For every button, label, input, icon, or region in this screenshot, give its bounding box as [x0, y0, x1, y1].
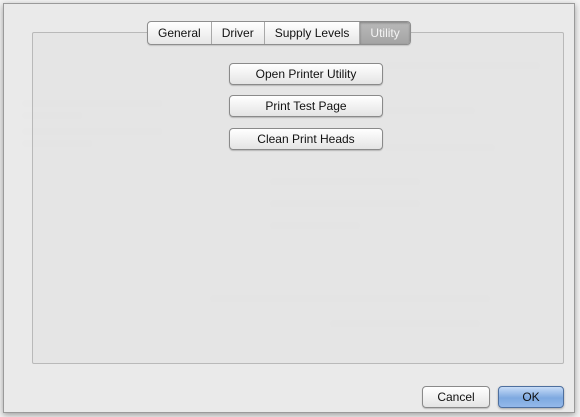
ok-button[interactable]: OK: [498, 386, 564, 408]
clean-print-heads-button[interactable]: Clean Print Heads: [229, 128, 383, 150]
tab-utility[interactable]: Utility: [360, 22, 410, 44]
print-test-page-button[interactable]: Print Test Page: [229, 95, 383, 117]
tab-driver[interactable]: Driver: [212, 22, 265, 44]
tab-supply-levels[interactable]: Supply Levels: [265, 22, 361, 44]
open-printer-utility-button[interactable]: Open Printer Utility: [229, 63, 383, 85]
printer-options-sheet: General Driver Supply Levels Utility Ope…: [3, 3, 575, 413]
cancel-button[interactable]: Cancel: [422, 386, 490, 408]
tab-bar: General Driver Supply Levels Utility: [147, 21, 411, 45]
tab-general[interactable]: General: [148, 22, 212, 44]
